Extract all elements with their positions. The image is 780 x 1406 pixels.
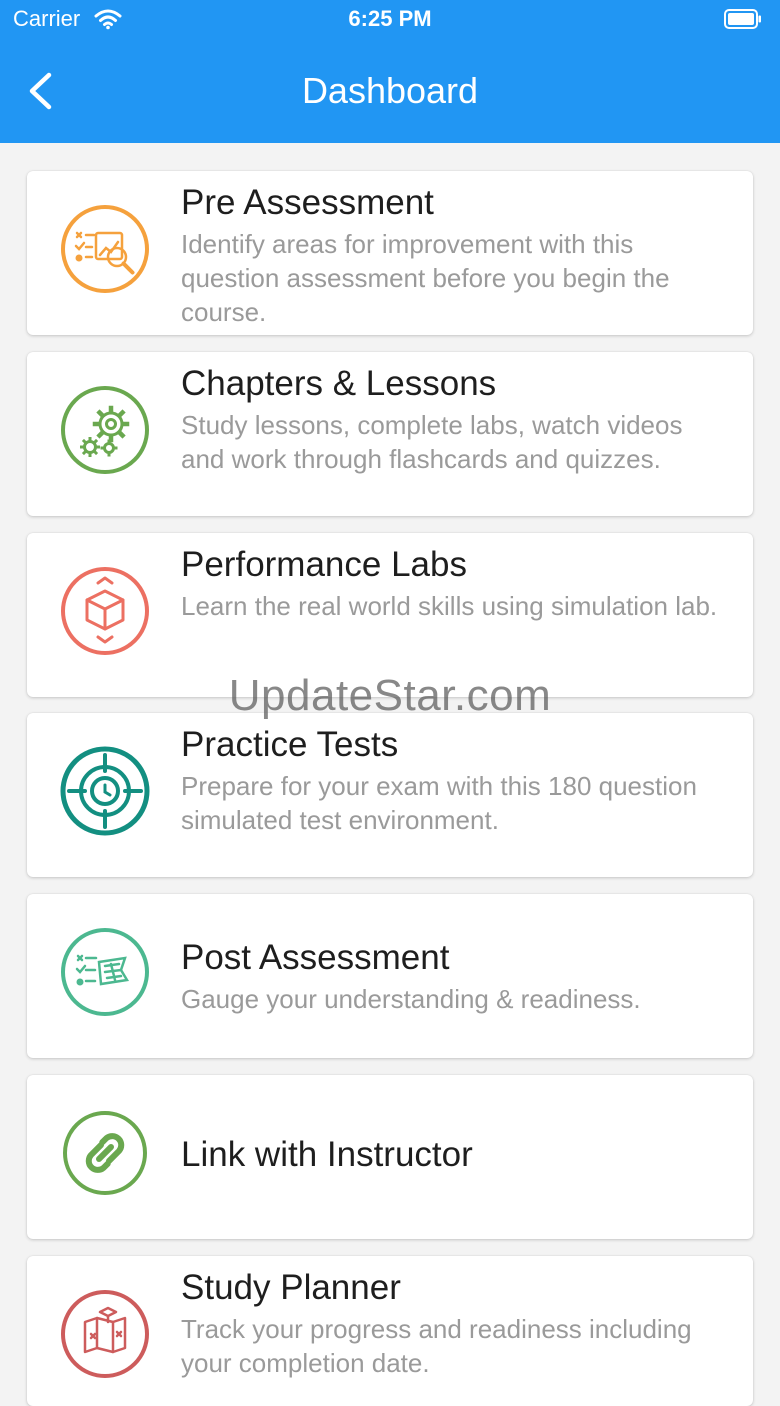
card-title: Practice Tests: [181, 725, 399, 764]
card-description: Learn the real world skills using simula…: [181, 591, 718, 621]
card-title: Performance Labs: [181, 545, 467, 584]
card-title: Post Assessment: [181, 938, 450, 977]
header: Carrier 6:25 PM Dashboard: [0, 0, 780, 143]
card-post-assessment[interactable]: Post Assessment Gauge your understanding…: [27, 894, 753, 1058]
card-link-with-instructor[interactable]: Link with Instructor: [27, 1075, 753, 1239]
card-description: Identify areas for improvement with this…: [181, 229, 670, 327]
card-description: Track your progress and readiness includ…: [181, 1314, 692, 1378]
cube-icon: [59, 565, 151, 657]
card-chapters-lessons[interactable]: Chapters & Lessons Study lessons, comple…: [27, 352, 753, 516]
card-description: Study lessons, complete labs, watch vide…: [181, 410, 683, 474]
card-performance-labs[interactable]: Performance Labs Learn the real world sk…: [27, 533, 753, 697]
assessment-search-icon: [59, 203, 151, 295]
card-description: Prepare for your exam with this 180 ques…: [181, 771, 697, 835]
checklist-flag-icon: [59, 926, 151, 1018]
page-title: Dashboard: [301, 70, 479, 111]
gears-icon: [59, 384, 151, 476]
card-title: Study Planner: [181, 1268, 401, 1307]
status-bar: Carrier 6:25 PM: [0, 0, 780, 40]
target-icon: [59, 745, 151, 837]
link-icon: [59, 1107, 151, 1199]
card-description: Gauge your understanding & readiness.: [181, 984, 641, 1014]
card-title: Chapters & Lessons: [181, 364, 497, 403]
planner-icon: [59, 1288, 151, 1380]
card-pre-assessment[interactable]: Pre Assessment Identify areas for improv…: [27, 171, 753, 335]
card-study-planner[interactable]: Study Planner Track your progress and re…: [27, 1256, 753, 1406]
battery-icon: [724, 9, 762, 29]
card-practice-tests[interactable]: Practice Tests Prepare for your exam wit…: [27, 713, 753, 877]
card-title: Link with Instructor: [181, 1135, 473, 1174]
card-title: Pre Assessment: [181, 183, 434, 222]
clock-label: 6:25 PM: [348, 6, 432, 31]
